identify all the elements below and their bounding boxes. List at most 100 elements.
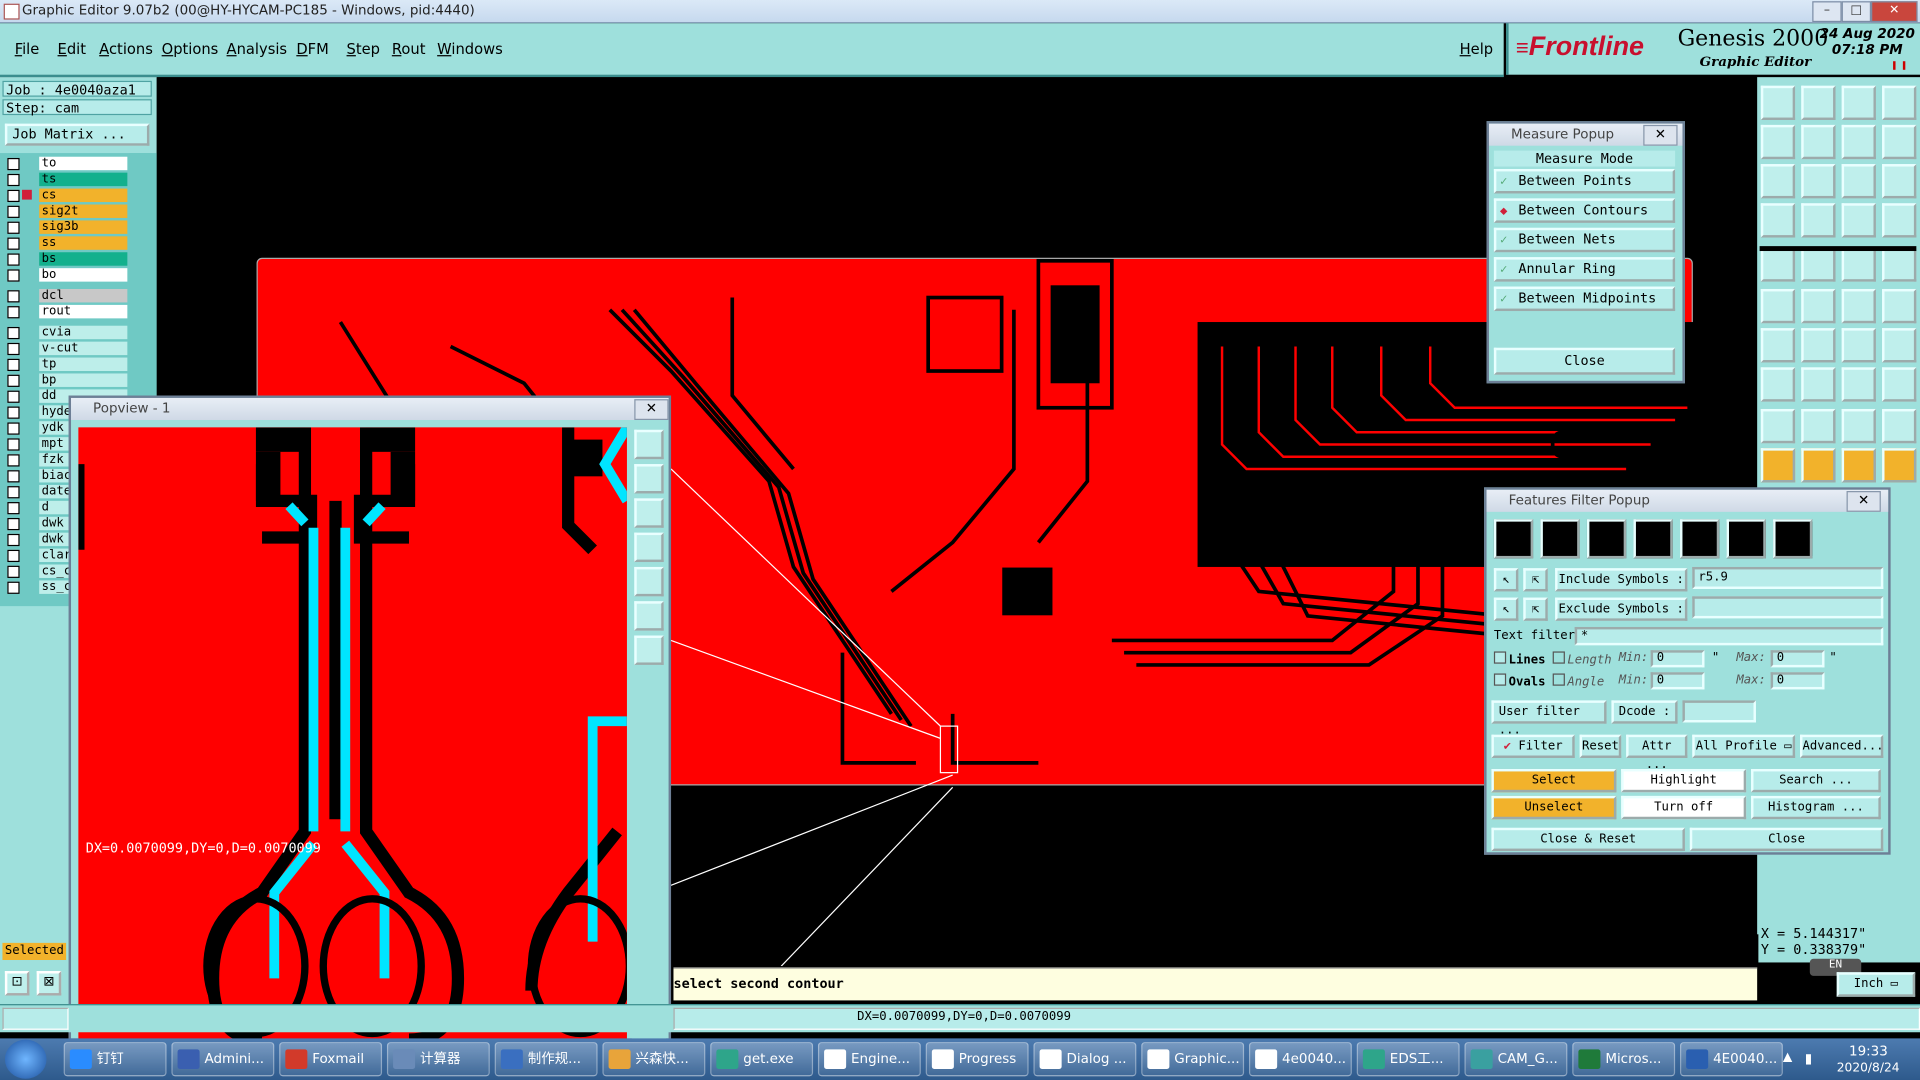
window-icon[interactable] — [1882, 124, 1917, 160]
job-matrix-button[interactable]: Job Matrix ... — [4, 123, 150, 146]
pointer3-icon[interactable] — [1841, 448, 1876, 483]
advanced-button[interactable]: Advanced... — [1800, 734, 1884, 758]
highlight-button[interactable]: Highlight — [1621, 768, 1747, 793]
ovals-box[interactable] — [1493, 673, 1507, 686]
layer-row[interactable]: to — [5, 156, 149, 172]
layer-checkbox[interactable] — [7, 533, 20, 547]
taskbar-item[interactable]: Admini... — [171, 1042, 275, 1077]
link-icon[interactable] — [1882, 288, 1917, 324]
layer-checkbox[interactable] — [7, 486, 20, 499]
taskbar-item[interactable]: Graphic... — [1141, 1042, 1245, 1077]
layer-row[interactable]: sig3b — [5, 220, 149, 235]
popview-pan-icon[interactable] — [634, 498, 664, 528]
length-checkbox[interactable]: Length — [1552, 651, 1612, 667]
layer-name[interactable]: dcl — [39, 288, 128, 303]
layer-row[interactable]: ts — [5, 172, 149, 188]
filter-close-button[interactable]: Close — [1689, 827, 1884, 852]
snap-icon[interactable] — [1760, 85, 1796, 121]
layer-checkbox[interactable] — [7, 438, 20, 451]
attr-button[interactable]: Attr ... — [1626, 734, 1688, 771]
popview-center-icon[interactable] — [634, 635, 664, 665]
cut-icon[interactable] — [1760, 247, 1796, 282]
next-icon[interactable] — [1801, 124, 1836, 160]
layer-checkbox[interactable] — [7, 205, 20, 218]
arc-feature-icon[interactable] — [1633, 519, 1673, 559]
scale-icon[interactable] — [1841, 164, 1876, 199]
zoom-fit-icon[interactable] — [1760, 164, 1796, 199]
reset-button[interactable]: Reset — [1579, 734, 1622, 758]
taskbar-item[interactable]: Progress — [925, 1042, 1029, 1077]
profile-icon[interactable] — [1801, 247, 1836, 282]
taskbar-item[interactable]: 钉钉 — [63, 1042, 167, 1077]
measure-close-button[interactable]: Close — [1493, 347, 1676, 375]
filter-close-x[interactable]: ✕ — [1846, 491, 1881, 512]
maximize-button[interactable]: □ — [1841, 1, 1872, 23]
all-profile-select[interactable]: All Profile ▭ — [1692, 734, 1796, 758]
close-window-button[interactable]: ✕ — [1871, 1, 1918, 23]
layer-row[interactable]: bp — [5, 373, 149, 388]
include-copy-icon[interactable]: ⇱ — [1523, 568, 1548, 592]
layer-checkbox[interactable] — [7, 342, 20, 356]
layer-checkbox[interactable] — [7, 358, 20, 372]
length-box[interactable] — [1552, 651, 1565, 664]
taskbar-item[interactable]: EDS工... — [1356, 1042, 1460, 1077]
connect-icon[interactable] — [1760, 288, 1796, 324]
layer-checkbox[interactable] — [7, 374, 20, 387]
layer-row[interactable]: tp — [5, 357, 149, 373]
layer-row[interactable]: cs — [5, 188, 149, 204]
layer-row[interactable]: cvia — [5, 325, 149, 341]
length-min-input[interactable]: 0 — [1650, 650, 1705, 668]
help-icon[interactable] — [1882, 164, 1917, 199]
layer-row[interactable]: bo — [5, 268, 149, 283]
layer-name[interactable]: ts — [39, 172, 128, 187]
layer-checkbox[interactable] — [7, 406, 20, 419]
network-icon[interactable]: ▮ — [1805, 1051, 1812, 1067]
filter-toggle[interactable]: ✔ Filter — [1491, 734, 1575, 758]
text-feature-icon[interactable] — [1680, 519, 1720, 559]
pointer-icon[interactable] — [1760, 448, 1796, 483]
layer-row[interactable]: bs — [5, 252, 149, 267]
lines-box[interactable] — [1493, 651, 1507, 664]
measure-close-x[interactable]: ✕ — [1643, 124, 1678, 146]
edit-icon[interactable] — [1801, 367, 1836, 402]
close-reset-button[interactable]: Close & Reset — [1491, 827, 1685, 852]
menu-windows[interactable]: Windows — [437, 40, 503, 57]
layer-name[interactable]: rout — [39, 304, 128, 319]
line-feature-icon[interactable] — [1493, 519, 1534, 559]
layer-row[interactable]: ss — [5, 236, 149, 251]
angle-checkbox[interactable]: Angle — [1552, 673, 1604, 689]
layer-checkbox[interactable] — [7, 157, 20, 171]
layer-name[interactable]: bp — [39, 373, 128, 387]
include-pick-icon[interactable]: ↖ — [1493, 568, 1519, 592]
mode-between-nets[interactable]: ✓ Between Nets — [1493, 227, 1676, 253]
popview-zoom-out-icon[interactable] — [634, 464, 664, 494]
pointer4-icon[interactable] — [1882, 448, 1917, 483]
taskbar-item[interactable]: 制作规... — [494, 1042, 598, 1077]
lines-checkbox[interactable]: Lines — [1493, 651, 1545, 667]
contour-icon[interactable] — [1760, 367, 1796, 402]
layer-checkbox[interactable] — [7, 269, 20, 282]
taskbar-item[interactable]: get.exe — [710, 1042, 814, 1077]
search-button[interactable]: Search ... — [1751, 768, 1881, 793]
popview-close-button[interactable]: ✕ — [634, 399, 669, 421]
layer-name[interactable]: tp — [39, 357, 128, 372]
pad-icon[interactable] — [1882, 247, 1917, 282]
layer-row[interactable]: rout — [5, 304, 149, 320]
layer-checkbox[interactable] — [7, 306, 20, 319]
exclude-pick-icon[interactable]: ↖ — [1493, 597, 1519, 621]
layer-name[interactable]: cvia — [39, 325, 128, 340]
layer-checkbox[interactable] — [7, 502, 20, 515]
prev-icon[interactable] — [1760, 124, 1796, 160]
menu-options[interactable]: Options — [162, 40, 219, 57]
angle-min-input[interactable]: 0 — [1650, 672, 1705, 690]
taskbar-item[interactable]: Dialog ... — [1033, 1042, 1137, 1077]
layer-name[interactable]: to — [39, 156, 128, 171]
layer-row[interactable]: dcl — [5, 288, 149, 304]
menu-file[interactable]: File — [15, 40, 40, 57]
merge-icon[interactable] — [1882, 367, 1917, 402]
layer-checkbox[interactable] — [7, 326, 20, 340]
layer-checkbox[interactable] — [7, 454, 20, 467]
layer-checkbox[interactable] — [7, 189, 20, 203]
taskbar-item[interactable]: Foxmail — [279, 1042, 383, 1077]
mode-annular-ring[interactable]: ✓ Annular Ring — [1493, 257, 1676, 282]
